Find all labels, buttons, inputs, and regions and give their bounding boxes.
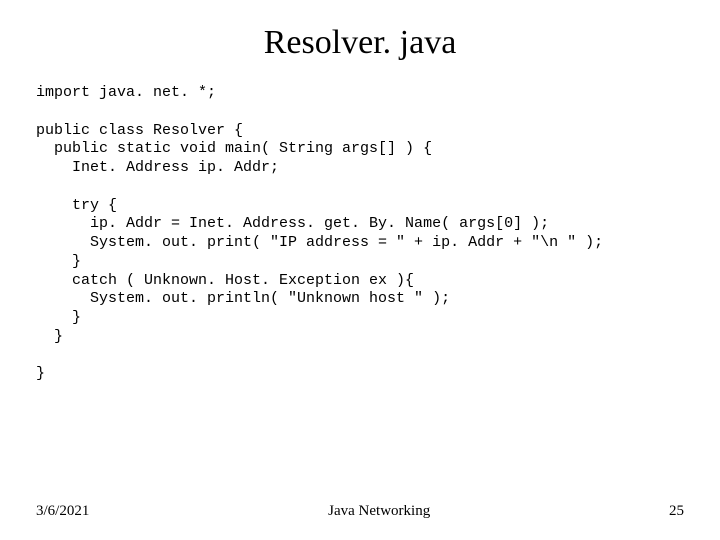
footer-center: Java Networking: [328, 503, 430, 520]
slide-title: Resolver. java: [36, 24, 684, 62]
footer-page: 25: [669, 503, 684, 520]
footer: 3/6/2021 Java Networking 25: [0, 503, 720, 520]
footer-date: 3/6/2021: [36, 503, 89, 520]
code-block: import java. net. *; public class Resolv…: [36, 84, 684, 384]
slide: Resolver. java import java. net. *; publ…: [0, 0, 720, 540]
